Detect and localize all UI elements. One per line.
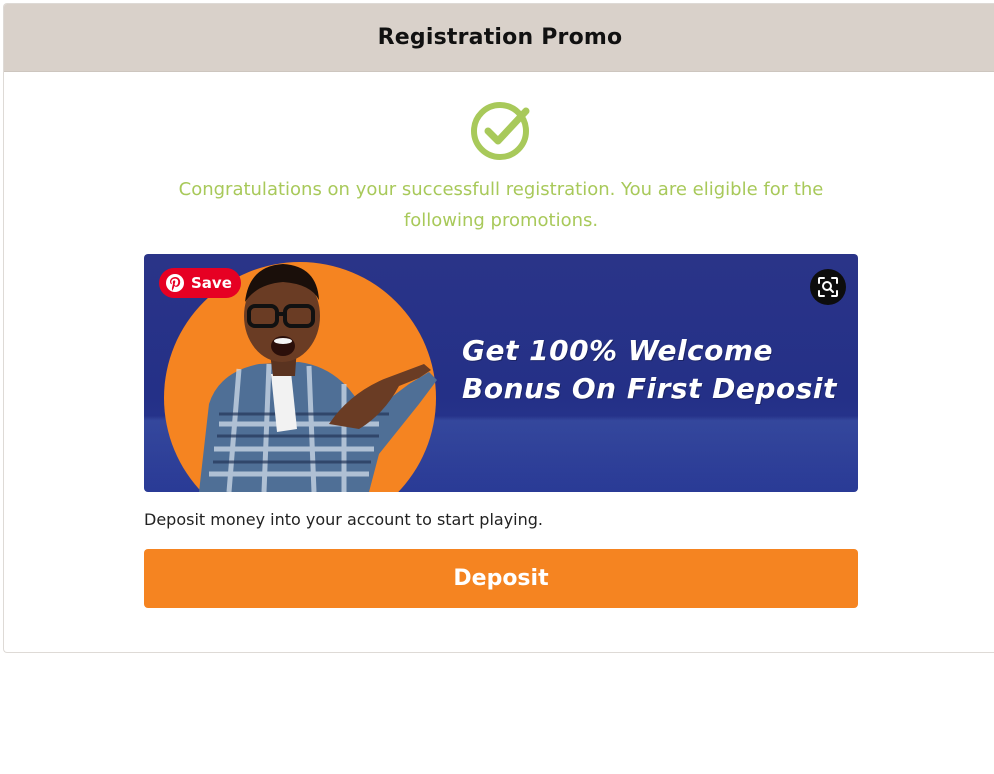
visual-search-icon (818, 277, 838, 297)
promo-headline: Get 100% Welcome Bonus On First Deposit (462, 332, 837, 408)
visual-search-button[interactable] (810, 269, 846, 305)
pinterest-save-button[interactable]: Save (159, 268, 241, 298)
pinterest-icon (166, 274, 184, 292)
page-title: Registration Promo (377, 25, 623, 50)
promo-headline-line-1: Get 100% Welcome (462, 334, 774, 367)
deposit-instruction: Deposit money into your account to start… (144, 510, 543, 529)
success-message: Congratulations on your successfull regi… (178, 179, 824, 231)
promo-headline-line-2: Bonus On First Deposit (462, 372, 837, 405)
promo-banner[interactable]: Get 100% Welcome Bonus On First Deposit … (144, 254, 858, 492)
save-label: Save (191, 274, 232, 292)
card-header: Registration Promo (4, 4, 994, 72)
deposit-button[interactable]: Deposit (144, 549, 858, 608)
check-circle-icon (470, 99, 534, 163)
registration-promo-card: Registration Promo Congratulations on yo… (3, 3, 994, 653)
